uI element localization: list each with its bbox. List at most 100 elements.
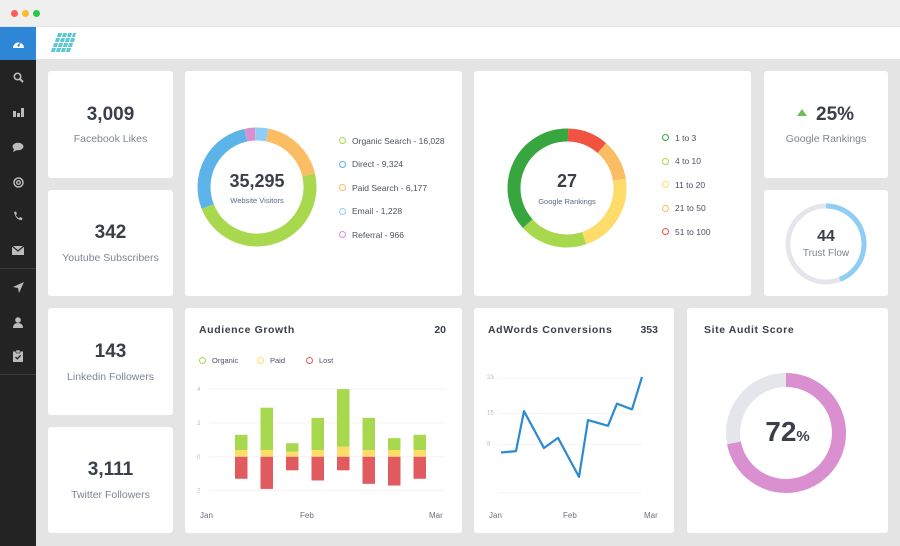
youtube-subscribers-label: Youtube Subscribers xyxy=(62,252,159,264)
sidebar-item-analytics[interactable] xyxy=(0,95,36,129)
search-icon xyxy=(12,71,24,83)
sidebar-item-mail[interactable] xyxy=(0,233,36,267)
bar-lost xyxy=(362,456,375,484)
bar-chart-icon xyxy=(12,108,24,117)
twitter-followers-value: 3,111 xyxy=(87,459,134,480)
linkedin-followers-card: 143 Linkedin Followers xyxy=(48,308,173,415)
close-window-button[interactable] xyxy=(11,10,18,17)
bar-lost xyxy=(311,456,324,481)
bar-paid xyxy=(413,450,426,457)
legend-item-11-to-20: 11 to 20 xyxy=(662,173,710,197)
ranking-change-value: 25% xyxy=(816,104,855,125)
sidebar-item-mentions[interactable] xyxy=(0,165,36,199)
legend-label: Organic xyxy=(212,355,239,365)
bar-lost xyxy=(286,456,299,471)
legend-item-51-to-100: 51 to 100 xyxy=(662,220,710,244)
trust-flow-card: 44 Trust Flow xyxy=(764,190,888,296)
bar-paid xyxy=(388,450,401,457)
legend-item-referral: Referral - 966 xyxy=(339,223,445,247)
maximize-window-button[interactable] xyxy=(33,10,40,17)
youtube-subscribers-value: 342 xyxy=(94,222,127,243)
legend-item-email: Email - 1,228 xyxy=(339,200,445,224)
legend-label: Paid xyxy=(270,355,286,365)
legend-marker xyxy=(339,184,346,192)
bar-paid xyxy=(362,450,375,457)
google-rankings-legend: 1 to 3 4 to 10 11 to 20 21 to 50 51 to 1… xyxy=(662,126,710,244)
phone-icon xyxy=(14,211,23,221)
legend-label: Direct - 9,324 xyxy=(352,159,404,170)
bar-organic xyxy=(260,407,273,450)
legend-marker xyxy=(199,356,206,364)
legend-item-21-to-50: 21 to 50 xyxy=(662,197,710,221)
site-audit-title: Site Audit Score xyxy=(704,324,795,336)
ranking-change-card: 25% Google Rankings xyxy=(764,71,888,178)
dashboard-icon xyxy=(12,41,24,48)
minimize-window-button[interactable] xyxy=(22,10,29,17)
sidebar-item-profile[interactable] xyxy=(0,305,36,339)
y-tick-label: 4 xyxy=(197,387,201,393)
sidebar-item-send[interactable] xyxy=(0,270,36,304)
trust-flow-value: 44 xyxy=(817,228,835,245)
x-axis-label-feb: Feb xyxy=(300,511,314,520)
sidebar-divider xyxy=(0,268,36,269)
legend-item-4-to-10: 4 to 10 xyxy=(662,150,710,174)
audience-growth-bar-chart: 4 2 0 2 xyxy=(197,387,445,495)
bar-lost xyxy=(260,456,273,489)
sidebar-item-calls[interactable] xyxy=(0,199,36,233)
legend-label: 11 to 20 xyxy=(675,179,706,190)
bar-organic xyxy=(286,443,299,452)
top-bar xyxy=(36,27,900,60)
envelope-icon xyxy=(12,245,24,255)
bar-organic xyxy=(235,434,248,450)
youtube-subscribers-card: 342 Youtube Subscribers xyxy=(48,190,173,296)
legend-marker xyxy=(662,228,669,236)
google-rankings-card: 27 Google Rankings 1 to 3 4 to 10 11 to … xyxy=(474,71,751,296)
sidebar-item-tasks[interactable] xyxy=(0,339,36,373)
legend-label: 21 to 50 xyxy=(675,203,706,214)
x-axis-label-jan: Jan xyxy=(200,511,213,520)
legend-marker xyxy=(339,231,346,239)
twitter-followers-label: Twitter Followers xyxy=(71,489,150,501)
donut-slice-email xyxy=(255,127,269,142)
bar-paid xyxy=(286,451,299,457)
dashboard-main: 3,009 Facebook Likes 342 Youtube Subscri… xyxy=(36,60,900,546)
x-axis-label-mar: Mar xyxy=(644,511,658,520)
grid-logo-icon[interactable] xyxy=(50,33,76,53)
window-titlebar xyxy=(0,0,900,27)
chat-bubble-icon xyxy=(12,142,24,152)
donut-slice-4-to-10 xyxy=(522,219,587,248)
facebook-likes-card: 3,009 Facebook Likes xyxy=(48,71,173,178)
google-rankings-donut-label: Google Rankings xyxy=(538,197,596,206)
legend-label: 51 to 100 xyxy=(675,226,711,237)
legend-item-organic-search: Organic Search - 16,028 xyxy=(339,129,445,153)
website-visitors-legend: Organic Search - 16,028 Direct - 9,324 P… xyxy=(339,129,445,247)
bar-organic xyxy=(337,389,350,447)
linkedin-followers-label: Linkedin Followers xyxy=(67,371,154,383)
legend-label: Referral - 966 xyxy=(352,229,404,240)
facebook-likes-value: 3,009 xyxy=(86,104,135,125)
y-tick-label: 23 xyxy=(487,375,494,381)
bar-organic xyxy=(388,438,401,450)
twitter-followers-card: 3,111 Twitter Followers xyxy=(48,427,173,533)
legend-item-paid: Paid xyxy=(257,354,306,366)
bar-lost xyxy=(337,456,350,471)
line-series-conversions xyxy=(500,376,644,479)
bar-lost xyxy=(235,456,248,479)
audience-growth-card: Audience Growth 20 Organic Paid Lost 420… xyxy=(185,308,462,533)
x-axis-label-jan: Jan xyxy=(489,511,502,520)
audience-growth-legend: Organic Paid Lost xyxy=(199,354,333,366)
sidebar-item-search[interactable] xyxy=(0,60,36,94)
x-axis-label-feb: Feb xyxy=(563,511,577,520)
bar-paid xyxy=(311,450,324,457)
audience-growth-total: 20 xyxy=(434,324,446,336)
legend-label: Lost xyxy=(319,355,334,365)
website-visitors-card: 35,295 Website Visitors Organic Search -… xyxy=(185,71,462,296)
donut-slice-paid-search xyxy=(265,128,316,177)
legend-item-paid-search: Paid Search - 6,177 xyxy=(339,176,445,200)
site-audit-unit: % xyxy=(796,428,810,445)
site-audit-value: 72 xyxy=(765,416,797,447)
legend-marker xyxy=(662,181,669,189)
at-sign-icon xyxy=(12,176,24,188)
sidebar-item-dashboard[interactable] xyxy=(0,27,36,60)
sidebar-item-messages[interactable] xyxy=(0,130,36,164)
